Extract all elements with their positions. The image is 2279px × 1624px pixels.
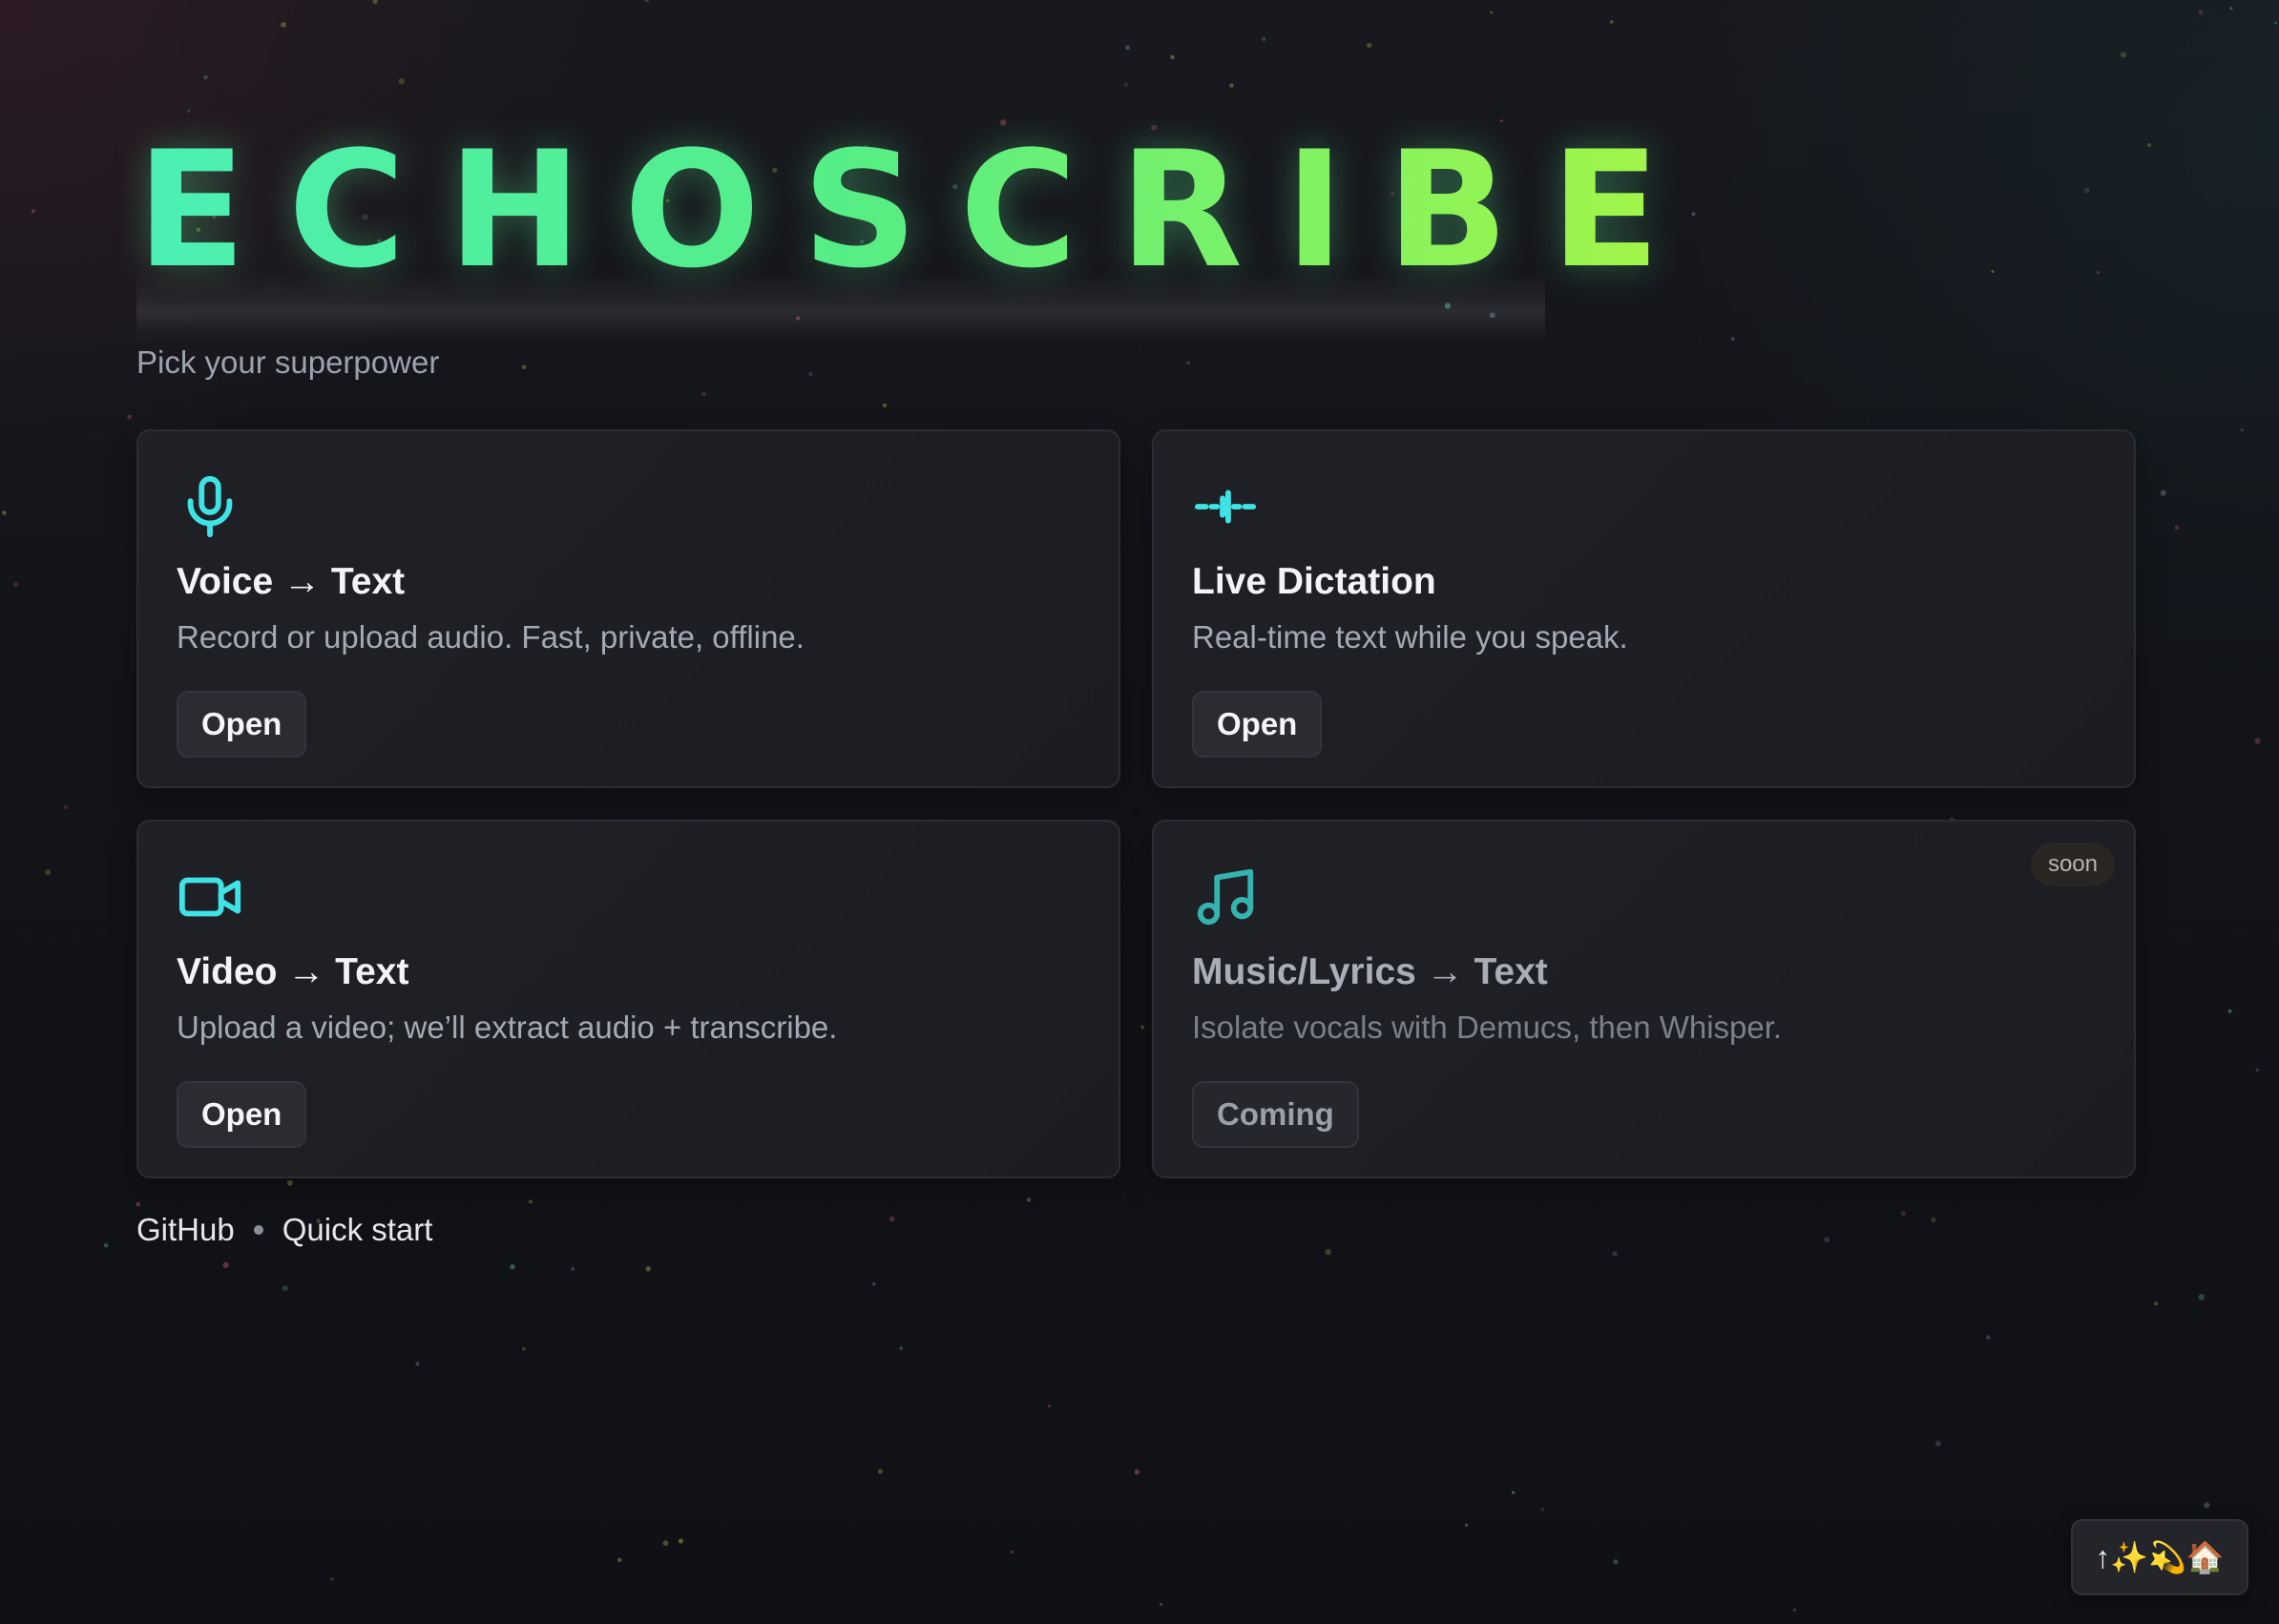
video-camera-icon xyxy=(177,864,255,930)
star-dot xyxy=(1262,36,1266,42)
star-dot xyxy=(571,1266,575,1271)
star-dot xyxy=(63,804,69,810)
star-dot xyxy=(2204,1502,2210,1509)
footer-links: GitHub Quick start xyxy=(136,1207,2135,1253)
star-dot xyxy=(522,1346,526,1351)
star-dot xyxy=(187,109,191,114)
star-dot xyxy=(2153,1301,2159,1306)
star-dot xyxy=(510,1264,515,1270)
card-title: Video → Text xyxy=(177,951,409,992)
star-dot xyxy=(2,510,7,515)
star-dot xyxy=(1540,1508,1545,1511)
star-dot xyxy=(1170,54,1175,60)
star-dot xyxy=(2240,427,2244,432)
star-dot xyxy=(45,869,52,876)
star-dot xyxy=(2274,21,2278,25)
card-description: Real-time text while you speak. xyxy=(1192,619,1628,655)
star-dot xyxy=(1511,1490,1516,1494)
star-dot xyxy=(31,209,36,214)
scroll-to-top-button[interactable]: ↑✨💫🏠 xyxy=(2071,1519,2248,1595)
star-dot xyxy=(222,1261,229,1269)
star-dot xyxy=(2198,10,2204,15)
star-dot xyxy=(644,0,650,3)
star-dot xyxy=(1159,1603,1162,1606)
star-dot xyxy=(1609,20,1614,24)
star-dot xyxy=(678,1538,684,1544)
star-dot xyxy=(372,0,378,5)
card-title: Voice → Text xyxy=(177,561,406,602)
star-dot xyxy=(2255,1068,2260,1072)
star-dot xyxy=(2160,489,2166,496)
card-voice-to-text: Voice → Text Record or upload audio. Fas… xyxy=(136,429,1120,788)
title-reflection xyxy=(136,272,1545,344)
star-dot xyxy=(1134,1469,1140,1475)
brand-header: ECHOSCRIBE xyxy=(136,115,1660,344)
star-dot xyxy=(1490,10,1494,14)
soon-badge: soon xyxy=(2030,843,2115,886)
card-music-lyrics-to-text: soon Music/Lyrics → Text Isolate vocals … xyxy=(1152,820,2136,1178)
star-dot xyxy=(281,22,286,28)
card-description: Record or upload audio. Fast, private, o… xyxy=(177,619,805,655)
star-dot xyxy=(2120,52,2126,58)
star-dot xyxy=(203,74,208,80)
star-dot xyxy=(103,1242,109,1248)
star-dot xyxy=(645,1266,651,1272)
star-dot xyxy=(1011,1550,1014,1554)
star-dot xyxy=(2254,738,2261,744)
card-description: Isolate vocals with Demucs, then Whisper… xyxy=(1192,1010,1783,1045)
star-dot xyxy=(871,1282,876,1286)
coming-soon-button[interactable]: Coming xyxy=(1192,1081,1359,1148)
star-dot xyxy=(1613,1559,1619,1565)
waveform-icon xyxy=(1192,473,1270,540)
card-video-to-text: Video → Text Upload a video; we’ll extra… xyxy=(136,820,1120,1178)
star-dot xyxy=(617,1557,622,1563)
star-dot xyxy=(1934,1440,1941,1447)
fab-label: ↑✨💫🏠 xyxy=(2095,1540,2225,1574)
star-dot xyxy=(662,1540,669,1547)
star-dot xyxy=(1123,82,1128,87)
star-dot xyxy=(127,414,133,420)
card-live-dictation: Live Dictation Real-time text while you … xyxy=(1152,429,2136,788)
star-dot xyxy=(1047,1404,1052,1408)
star-dot xyxy=(2147,143,2152,148)
open-voice-to-text-button[interactable]: Open xyxy=(177,691,307,758)
star-dot xyxy=(282,1285,288,1292)
star-dot xyxy=(1986,1335,1991,1340)
music-note-icon xyxy=(1192,864,1270,930)
card-description: Upload a video; we’ll extract audio + tr… xyxy=(177,1010,838,1045)
star-dot xyxy=(2227,1009,2232,1013)
star-dot xyxy=(1464,1523,1469,1528)
microphone-icon xyxy=(177,473,255,540)
main-content: ECHOSCRIBE Pick your superpower Voice → … xyxy=(136,115,2136,1253)
star-dot xyxy=(899,1346,903,1350)
open-live-dictation-button[interactable]: Open xyxy=(1192,691,1323,758)
star-dot xyxy=(330,1577,334,1581)
page-subtitle: Pick your superpower xyxy=(136,344,440,380)
separator-dot xyxy=(253,1225,263,1235)
star-dot xyxy=(2198,1294,2205,1301)
star-dot xyxy=(398,78,405,85)
star-dot xyxy=(2229,7,2233,10)
github-link[interactable]: GitHub xyxy=(136,1207,235,1253)
quick-start-link[interactable]: Quick start xyxy=(282,1207,433,1253)
card-title: Live Dictation xyxy=(1192,561,1436,602)
star-dot xyxy=(1792,1608,1797,1612)
star-dot xyxy=(13,581,19,588)
feature-grid: Voice → Text Record or upload audio. Fas… xyxy=(136,429,2136,1178)
star-dot xyxy=(1229,83,1234,88)
star-dot xyxy=(1367,42,1372,49)
card-title: Music/Lyrics → Text xyxy=(1192,951,1548,992)
open-video-to-text-button[interactable]: Open xyxy=(177,1081,307,1148)
star-dot xyxy=(1125,45,1130,51)
star-dot xyxy=(877,1468,884,1474)
star-dot xyxy=(415,1362,420,1366)
star-dot xyxy=(2174,525,2180,531)
